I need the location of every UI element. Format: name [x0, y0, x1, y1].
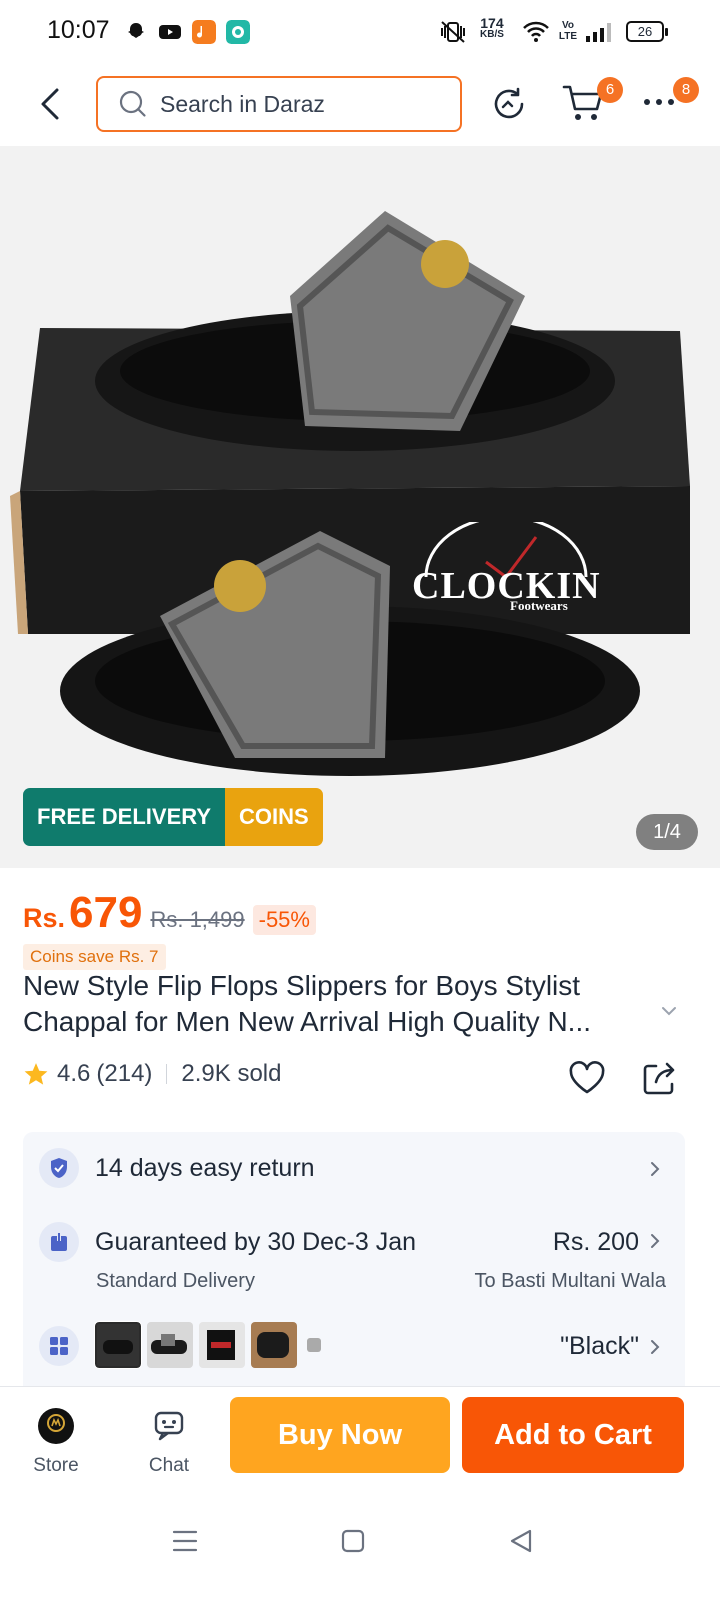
back-triangle-icon[interactable]: [506, 1526, 536, 1556]
top-navigation: Search in Daraz 6 8: [0, 64, 720, 146]
search-placeholder: Search in Daraz: [160, 90, 325, 117]
buy-now-button[interactable]: Buy Now: [230, 1397, 450, 1473]
coins-tag: COINS: [225, 788, 323, 846]
add-to-cart-button[interactable]: Add to Cart: [462, 1397, 684, 1473]
promo-banner: FREE DELIVERY COINS: [23, 788, 323, 846]
variant-thumb[interactable]: [251, 1322, 297, 1368]
product-image: [0, 146, 720, 868]
delivery-location: To Basti Multani Wala: [474, 1270, 666, 1292]
snapchat-icon: [128, 23, 144, 38]
review-count: (214): [96, 1060, 153, 1087]
chevron-right-icon: [651, 1162, 660, 1176]
product-title-line1: New Style Flip Flops Slippers for Boys S…: [23, 970, 581, 1001]
chevron-down-icon[interactable]: [658, 1000, 680, 1022]
variant-thumb[interactable]: [147, 1322, 193, 1368]
coins-save-tag: Coins save Rs. 7: [23, 944, 166, 970]
wifi-icon: [523, 21, 549, 42]
network-speed: 174 KB/S: [480, 15, 504, 40]
delivery-type: Standard Delivery: [96, 1270, 255, 1292]
original-price: Rs. 1,499: [150, 907, 245, 932]
signal-icon: [586, 23, 611, 42]
chevron-right-icon: [651, 1234, 660, 1248]
store-button[interactable]: Store: [16, 1407, 96, 1477]
share-icon[interactable]: [640, 1058, 680, 1098]
more-button[interactable]: 8: [640, 77, 699, 127]
more-count-badge: 8: [673, 77, 699, 103]
delivery-fee: Rs. 200: [552, 1228, 639, 1256]
box-brand-subtext: Footwears: [510, 598, 568, 613]
variant-thumbnails: [94, 1321, 327, 1369]
free-delivery-tag: FREE DELIVERY: [23, 788, 225, 846]
product-title-line2: Chappal for Men New Arrival High Quality…: [23, 1006, 591, 1037]
product-title[interactable]: New Style Flip Flops Slippers for Boys S…: [23, 968, 663, 1040]
status-bar: 10:07 174 KB/S Vo LTE 26: [0, 0, 720, 64]
divider: [166, 1064, 168, 1084]
selected-variant: "Black": [560, 1332, 639, 1360]
price-amount: 679: [69, 888, 143, 937]
sold-count: 2.9K sold: [181, 1060, 282, 1087]
chevron-right-icon: [651, 1340, 660, 1354]
delivery-estimate: Guaranteed by 30 Dec-3 Jan: [95, 1228, 417, 1256]
rating-row[interactable]: 4.6 (214) 2.9K sold: [23, 1060, 281, 1088]
volte-indicator: Vo LTE: [558, 20, 578, 42]
price-currency: Rs.: [23, 903, 66, 933]
variant-thumb[interactable]: [94, 1321, 142, 1369]
music-app-icon: [192, 20, 216, 44]
discount-badge: -55%: [252, 905, 316, 935]
variant-thumb[interactable]: [303, 1322, 327, 1368]
chat-button[interactable]: Chat: [129, 1407, 209, 1477]
menu-icon[interactable]: [170, 1526, 200, 1556]
chat-app-icon: [226, 20, 250, 44]
vibrate-icon: [441, 21, 465, 43]
store-logo-icon: [38, 1408, 74, 1444]
service-card: 14 days easy return Guaranteed by 30 Dec…: [23, 1132, 685, 1402]
variant-thumb[interactable]: [199, 1322, 245, 1368]
shield-icon: [39, 1148, 79, 1188]
cart-count-badge: 6: [597, 77, 623, 103]
status-time: 10:07: [47, 16, 110, 44]
product-image-gallery[interactable]: CLOCKIN Footwears FREE DELIVERY COINS 1/…: [0, 146, 720, 868]
search-icon: [119, 90, 146, 117]
chat-icon: [154, 1411, 184, 1441]
home-icon[interactable]: [338, 1526, 368, 1556]
youtube-icon: [159, 25, 181, 39]
star-icon: [24, 1063, 48, 1085]
variants-grid-icon: [39, 1326, 79, 1366]
heart-icon[interactable]: [567, 1058, 607, 1098]
cart-button[interactable]: 6: [560, 77, 623, 129]
search-input[interactable]: Search in Daraz: [96, 76, 462, 132]
box-brand-text: CLOCKIN: [412, 565, 601, 607]
chat-label: Chat: [148, 1455, 190, 1476]
battery-indicator: 26: [626, 21, 668, 42]
back-arrow-icon[interactable]: [32, 84, 72, 124]
bottom-action-bar: Store Chat Buy Now Add to Cart: [0, 1386, 720, 1486]
return-policy-text: 14 days easy return: [95, 1154, 315, 1182]
store-label: Store: [33, 1455, 79, 1476]
image-counter: 1/4: [636, 814, 698, 850]
more-dots-icon: [644, 99, 674, 105]
delivery-box-icon: [39, 1222, 79, 1262]
price-row: Rs. 679 Rs. 1,499 -55%: [23, 888, 316, 938]
refresh-icon[interactable]: [486, 81, 532, 127]
system-navigation-bar: [0, 1488, 720, 1600]
rating-value: 4.6: [57, 1060, 91, 1087]
